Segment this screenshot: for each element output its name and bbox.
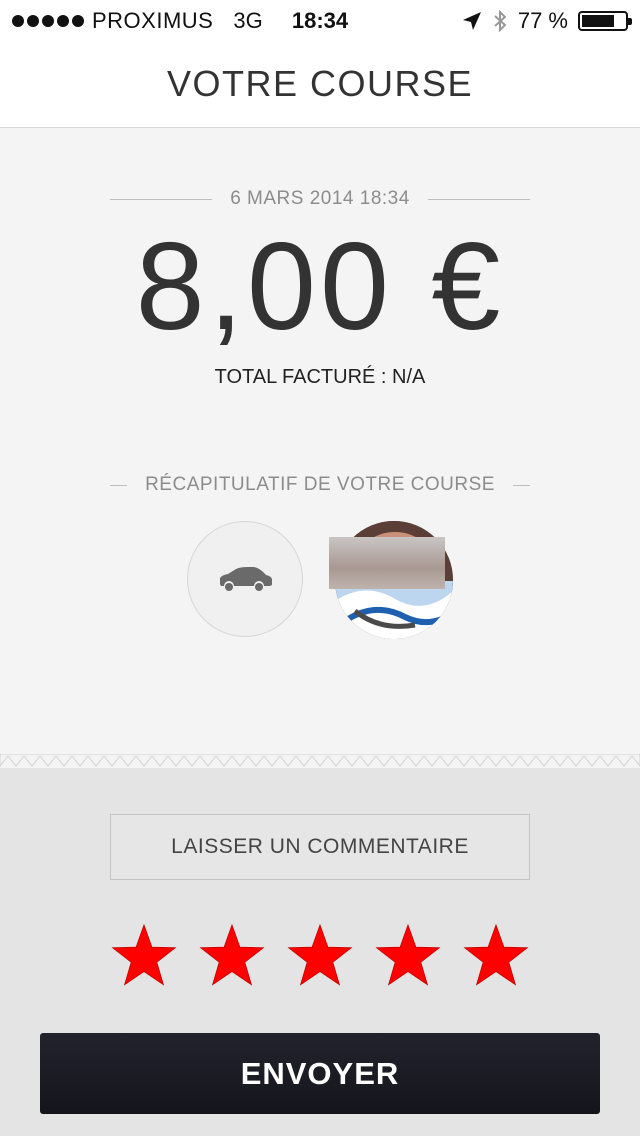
receipt-zigzag-edge <box>0 754 640 768</box>
blurred-face-overlay <box>329 537 445 589</box>
status-bar: PROXIMUS 3G 18:34 77 % <box>0 0 640 40</box>
total-billed: TOTAL FACTURÉ : N/A <box>214 366 426 388</box>
star-icon-1[interactable] <box>110 922 178 990</box>
fare-amount: 8,00 € <box>135 218 505 356</box>
send-button[interactable]: ENVOYER <box>40 1033 600 1114</box>
battery-icon <box>578 11 632 31</box>
battery-percent: 77 % <box>517 8 568 33</box>
date-divider: 6 MARS 2014 18:34 <box>110 188 530 210</box>
carrier-name: PROXIMUS <box>92 8 214 33</box>
leave-comment-button[interactable]: LAISSER UN COMMENTAIRE <box>110 814 530 880</box>
clock: 18:34 <box>291 8 349 33</box>
signal-strength-icon <box>12 15 84 27</box>
vehicle-button[interactable] <box>187 521 303 637</box>
rating-stars[interactable] <box>110 922 530 990</box>
star-icon-5[interactable] <box>462 922 530 990</box>
page-title: VOTRE COURSE <box>166 62 474 104</box>
location-arrow-icon <box>462 12 481 30</box>
network-type: 3G <box>233 8 263 33</box>
summary-divider: RÉCAPITULATIF DE VOTRE COURSE <box>110 474 531 496</box>
trip-date: 6 MARS 2014 18:34 <box>230 188 410 209</box>
car-icon <box>220 567 272 591</box>
battery-fill <box>582 15 615 27</box>
header: VOTRE COURSE <box>0 40 640 128</box>
star-icon-2[interactable] <box>198 922 266 990</box>
star-icon-3[interactable] <box>286 922 354 990</box>
bluetooth-icon <box>494 9 507 33</box>
star-icon-4[interactable] <box>374 922 442 990</box>
summary-heading: RÉCAPITULATIF DE VOTRE COURSE <box>145 474 495 495</box>
